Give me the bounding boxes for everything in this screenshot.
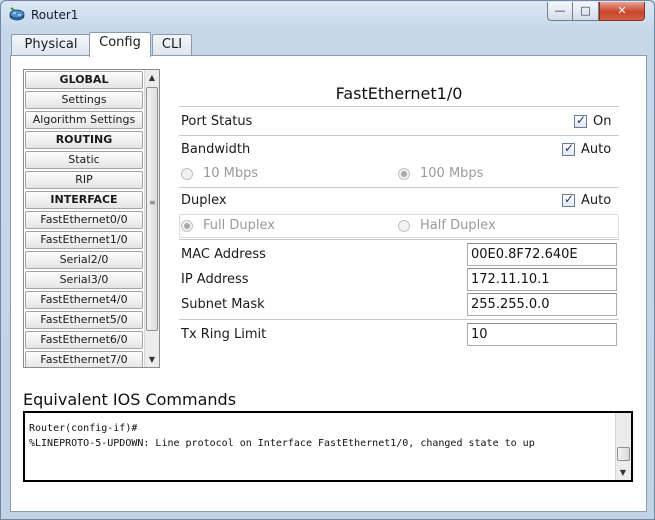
sidebar-item-fastethernet7-0[interactable]: FastEthernet7/0 xyxy=(25,351,143,367)
ios-console-text: Router(config-if)# %LINEPROTO-5-UPDOWN: … xyxy=(29,423,535,449)
checkbox-checked-icon xyxy=(574,113,587,128)
ip-address-field[interactable]: 172.11.10.1 xyxy=(467,268,617,291)
divider xyxy=(179,187,619,188)
bandwidth-10-radio[interactable]: 10 Mbps xyxy=(181,166,271,182)
duplex-full-label: Full Duplex xyxy=(203,218,275,233)
bandwidth-auto-checkbox[interactable]: Auto xyxy=(562,141,619,158)
divider xyxy=(179,319,619,320)
sidebar-item-fastethernet6-0[interactable]: FastEthernet6/0 xyxy=(25,331,143,349)
sidebar-item-serial2-0[interactable]: Serial2/0 xyxy=(25,251,143,269)
console-scroll-thumb[interactable] xyxy=(617,447,630,461)
tab-cli[interactable]: CLI xyxy=(152,34,192,56)
grip-icon: ≡ xyxy=(149,198,156,207)
duplex-half-radio[interactable]: Half Duplex xyxy=(398,218,508,234)
minimize-button[interactable]: — xyxy=(547,2,573,21)
sidebar-item-settings[interactable]: Settings xyxy=(25,91,143,109)
window-title: Router1 xyxy=(31,8,79,22)
checkbox-checked-icon xyxy=(562,192,575,207)
port-status-checkbox[interactable]: On xyxy=(574,113,619,130)
tx-ring-limit-field[interactable]: 10 xyxy=(467,323,617,346)
sidebar-item-fastethernet0-0[interactable]: FastEthernet0/0 xyxy=(25,211,143,229)
ios-console[interactable]: Router(config-if)# %LINEPROTO-5-UPDOWN: … xyxy=(23,411,633,482)
duplex-auto-checkbox[interactable]: Auto xyxy=(562,192,619,209)
bandwidth-100-radio[interactable]: 100 Mbps xyxy=(398,166,498,182)
divider xyxy=(179,135,619,136)
bandwidth-10-label: 10 Mbps xyxy=(203,166,259,181)
duplex-half-label: Half Duplex xyxy=(420,218,496,233)
sidebar-header-interface[interactable]: INTERFACE xyxy=(25,191,143,209)
config-sidebar: GLOBAL Settings Algorithm Settings ROUTI… xyxy=(23,69,160,368)
port-status-on-label: On xyxy=(593,114,612,129)
maximize-button[interactable]: □ xyxy=(573,2,599,21)
radio-unselected-icon xyxy=(181,168,193,180)
sidebar-item-fastethernet4-0[interactable]: FastEthernet4/0 xyxy=(25,291,143,309)
divider xyxy=(179,239,619,240)
bandwidth-label: Bandwidth xyxy=(181,142,251,157)
title-bar[interactable]: Router1 — □ ✕ xyxy=(1,1,654,29)
checkbox-checked-icon xyxy=(562,141,575,156)
tab-config[interactable]: Config xyxy=(89,32,151,57)
sidebar-header-global[interactable]: GLOBAL xyxy=(25,71,143,89)
console-scrollbar[interactable]: ▼ xyxy=(615,413,631,480)
sidebar-item-fastethernet5-0[interactable]: FastEthernet5/0 xyxy=(25,311,143,329)
mac-address-field[interactable]: 00E0.8F72.640E xyxy=(467,243,617,266)
ios-commands-title: Equivalent IOS Commands xyxy=(23,390,237,409)
sidebar-item-static[interactable]: Static xyxy=(25,151,143,169)
radio-selected-icon xyxy=(181,220,193,232)
sidebar-scrollbar[interactable]: ▲ ≡ ▼ xyxy=(144,70,159,367)
duplex-auto-label: Auto xyxy=(581,193,612,208)
radio-selected-icon xyxy=(398,168,410,180)
tx-ring-limit-label: Tx Ring Limit xyxy=(181,327,267,342)
config-panel: GLOBAL Settings Algorithm Settings ROUTI… xyxy=(10,55,647,512)
tab-physical[interactable]: Physical xyxy=(11,34,91,56)
divider xyxy=(179,106,619,107)
bandwidth-auto-label: Auto xyxy=(581,142,612,157)
sidebar-header-routing[interactable]: ROUTING xyxy=(25,131,143,149)
scroll-up-icon[interactable]: ▲ xyxy=(145,70,159,85)
interface-title: FastEthernet1/0 xyxy=(335,84,463,103)
close-button[interactable]: ✕ xyxy=(599,2,645,21)
sidebar-item-serial3-0[interactable]: Serial3/0 xyxy=(25,271,143,289)
subnet-mask-label: Subnet Mask xyxy=(181,297,265,312)
subnet-mask-field[interactable]: 255.255.0.0 xyxy=(467,293,617,316)
port-status-label: Port Status xyxy=(181,114,253,129)
sidebar-scroll-thumb[interactable]: ≡ xyxy=(146,87,158,331)
radio-unselected-icon xyxy=(398,220,410,232)
duplex-label: Duplex xyxy=(181,193,227,208)
sidebar-item-algorithm-settings[interactable]: Algorithm Settings xyxy=(25,111,143,129)
router-window: Router1 — □ ✕ Physical Config CLI GLOBAL… xyxy=(0,0,655,520)
duplex-full-radio[interactable]: Full Duplex xyxy=(181,218,291,234)
bandwidth-100-label: 100 Mbps xyxy=(420,166,484,181)
scroll-down-icon[interactable]: ▼ xyxy=(145,352,159,367)
mac-address-label: MAC Address xyxy=(181,247,266,262)
sidebar-item-fastethernet1-0[interactable]: FastEthernet1/0 xyxy=(25,231,143,249)
router-app-icon xyxy=(9,7,25,21)
sidebar-item-rip[interactable]: RIP xyxy=(25,171,143,189)
ip-address-label: IP Address xyxy=(181,272,249,287)
scroll-down-icon[interactable]: ▼ xyxy=(616,465,630,480)
